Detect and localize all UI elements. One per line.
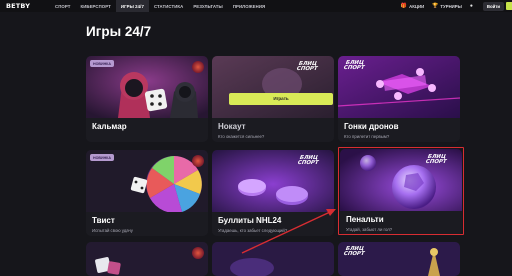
annotation-arrow-icon bbox=[241, 209, 336, 254]
